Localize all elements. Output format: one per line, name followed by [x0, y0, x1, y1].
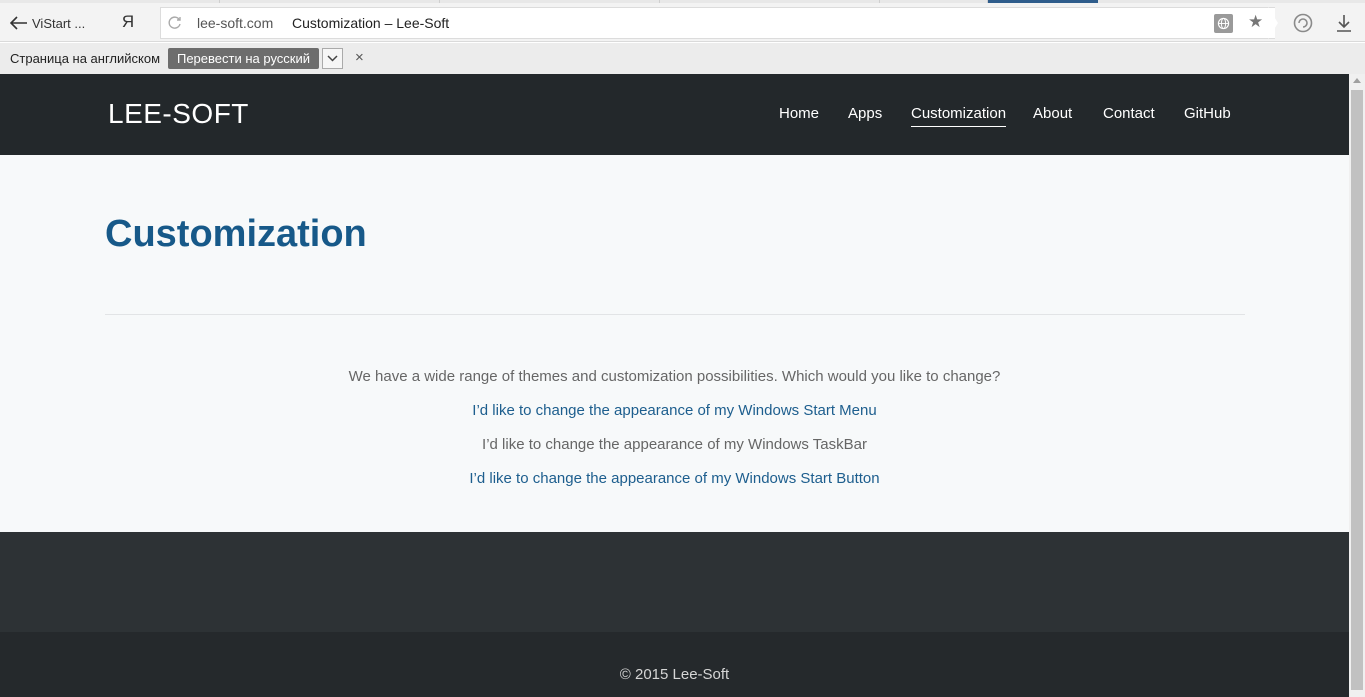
close-icon[interactable]: ×: [355, 49, 364, 66]
start-menu-link[interactable]: I’d like to change the appearance of my …: [0, 394, 1349, 428]
page-viewport: LEE-SOFT Home Apps Customization About C…: [0, 74, 1349, 697]
customization-options: We have a wide range of themes and custo…: [0, 360, 1349, 496]
scroll-thumb[interactable]: [1351, 90, 1363, 690]
divider: [105, 314, 1245, 315]
nav-item-github[interactable]: GitHub: [1184, 105, 1231, 122]
address-page-title: Customization – Lee-Soft: [292, 15, 450, 31]
page-title: Customization: [105, 213, 367, 255]
footer-widgets: [0, 532, 1349, 632]
star-icon[interactable]: ★: [1248, 12, 1263, 32]
main-content: Customization We have a wide range of th…: [0, 155, 1349, 532]
intro-text: We have a wide range of themes and custo…: [348, 368, 1001, 385]
translate-bar: Страница на английском Перевести на русс…: [0, 43, 1365, 74]
address-bar[interactable]: lee-soft.com Customization – Lee-Soft ★: [160, 7, 1275, 39]
yandex-button[interactable]: Я: [118, 10, 138, 34]
translate-options-dropdown[interactable]: [322, 48, 343, 69]
nav-item-home[interactable]: Home: [779, 105, 819, 122]
start-button-link[interactable]: I’d like to change the appearance of my …: [0, 462, 1349, 496]
page-scrollbar[interactable]: [1349, 74, 1365, 697]
browser-toolbar: ViStart ... Я lee-soft.com Customization…: [0, 3, 1365, 42]
site-logo[interactable]: LEE-SOFT: [108, 98, 249, 130]
taskbar-text: I’d like to change the appearance of my …: [482, 436, 867, 453]
chevron-down-icon: [327, 55, 338, 62]
nav-item-apps[interactable]: Apps: [848, 105, 882, 122]
nav-item-about[interactable]: About: [1033, 105, 1072, 122]
scroll-up-arrow-icon[interactable]: [1353, 78, 1361, 83]
address-bar-edge: [1268, 7, 1278, 39]
site-header: LEE-SOFT Home Apps Customization About C…: [0, 74, 1349, 155]
globe-icon[interactable]: [1214, 14, 1233, 33]
translate-bar-label: Страница на английском: [10, 51, 161, 66]
arrow-left-icon: [10, 16, 27, 30]
address-domain: lee-soft.com: [197, 15, 274, 31]
translate-button[interactable]: Перевести на русский: [168, 48, 319, 69]
back-button-label: ViStart ...: [32, 15, 86, 31]
back-button[interactable]: ViStart ...: [10, 11, 85, 35]
site-footer: © 2015 Lee-Soft: [0, 632, 1349, 697]
nav-item-contact[interactable]: Contact: [1103, 105, 1155, 122]
nav-item-customization[interactable]: Customization: [911, 105, 1007, 127]
reload-icon[interactable]: [167, 15, 183, 31]
copyright: © 2015 Lee-Soft: [619, 666, 730, 683]
sync-icon[interactable]: [1292, 12, 1314, 34]
download-icon[interactable]: [1333, 12, 1355, 34]
